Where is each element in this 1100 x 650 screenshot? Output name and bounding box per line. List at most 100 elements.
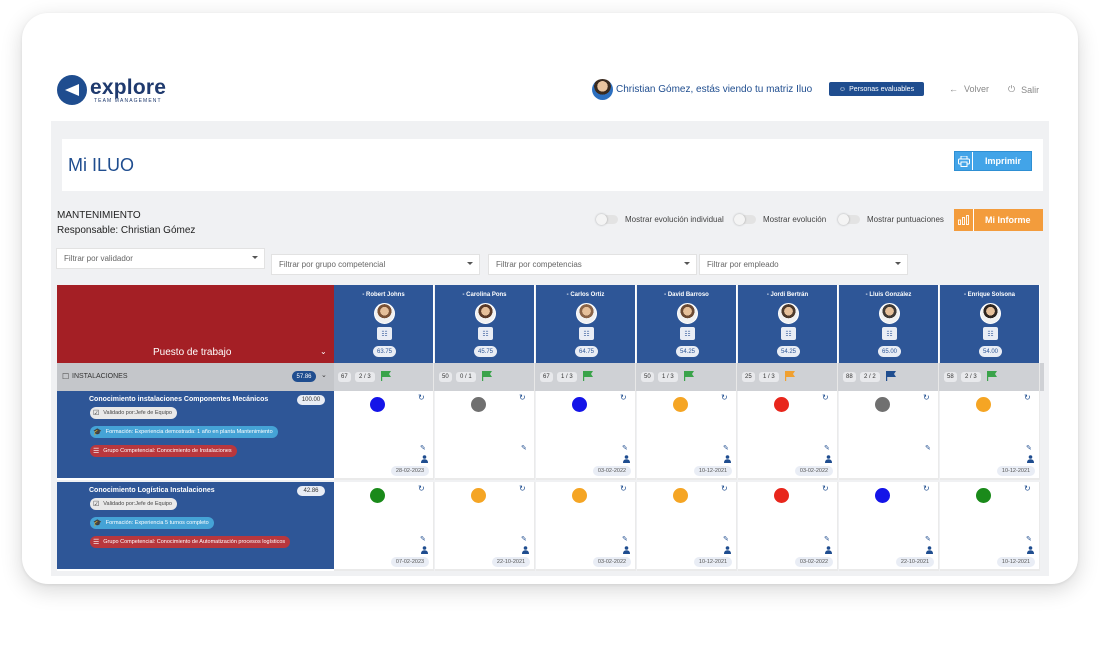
matrix-cell[interactable]: ↻ ✎ 22-10-2021	[435, 482, 535, 571]
refresh-icon[interactable]: ↻	[418, 393, 425, 402]
person-icon[interactable]	[926, 546, 933, 554]
level-indicator[interactable]	[774, 397, 789, 412]
level-indicator[interactable]	[976, 488, 991, 503]
edit-icon[interactable]: ✎	[723, 444, 729, 452]
person-icon[interactable]	[724, 455, 731, 463]
edit-icon[interactable]: ✎	[521, 535, 527, 543]
competency-row-header[interactable]: Conocimiento Logística Instalaciones 42.8…	[57, 482, 334, 571]
edit-icon[interactable]: ✎	[622, 535, 628, 543]
level-indicator[interactable]	[875, 488, 890, 503]
refresh-icon[interactable]: ↻	[620, 393, 627, 402]
print-button[interactable]: Imprimir	[954, 151, 1032, 171]
refresh-icon[interactable]: ↻	[721, 393, 728, 402]
competency-row-header[interactable]: Conocimiento instalaciones Componentes M…	[57, 391, 334, 480]
employee-column-header[interactable]: - Jordi Bertrán ☷ 54.25	[738, 285, 838, 363]
toggle-switch[interactable]	[596, 214, 618, 225]
refresh-icon[interactable]: ↻	[1024, 393, 1031, 402]
org-chart-icon[interactable]: ☷	[478, 327, 493, 340]
toggle-scores[interactable]: Mostrar puntuaciones	[838, 214, 944, 225]
level-indicator[interactable]	[572, 397, 587, 412]
edit-icon[interactable]: ✎	[723, 535, 729, 543]
refresh-icon[interactable]: ↻	[620, 484, 627, 493]
employee-column-header[interactable]: - David Barroso ☷ 54.25	[637, 285, 737, 363]
filter-employee[interactable]: Filtrar por empleado	[699, 254, 908, 275]
logo[interactable]: explore TEAM MANAGEMENT	[57, 75, 166, 105]
toggle-evolution[interactable]: Mostrar evolución	[734, 214, 826, 225]
level-indicator[interactable]	[774, 488, 789, 503]
employee-column-header[interactable]: - Lluis González ☷ 65.00	[839, 285, 939, 363]
refresh-icon[interactable]: ↻	[822, 393, 829, 402]
refresh-icon[interactable]: ↻	[418, 484, 425, 493]
refresh-icon[interactable]: ↻	[923, 484, 930, 493]
edit-icon[interactable]: ✎	[925, 535, 931, 543]
org-chart-icon[interactable]: ☷	[781, 327, 796, 340]
report-button[interactable]: Mi Informe	[954, 209, 1043, 231]
edit-icon[interactable]: ✎	[824, 444, 830, 452]
org-chart-icon[interactable]: ☷	[882, 327, 897, 340]
person-icon[interactable]	[421, 546, 428, 554]
edit-icon[interactable]: ✎	[622, 444, 628, 452]
filter-validator[interactable]: Filtrar por validador	[56, 248, 265, 269]
matrix-cell[interactable]: ↻ ✎ 10-12-2021	[940, 482, 1040, 571]
person-icon[interactable]	[825, 546, 832, 554]
refresh-icon[interactable]: ↻	[519, 484, 526, 493]
filter-competency-group[interactable]: Filtrar por grupo competencial	[271, 254, 480, 275]
person-icon[interactable]	[421, 455, 428, 463]
matrix-cell[interactable]: ↻ ✎ 03-02-2022	[536, 391, 636, 480]
matrix-cell[interactable]: ↻ ✎	[839, 391, 939, 480]
toggle-switch[interactable]	[734, 214, 756, 225]
chevron-down-icon[interactable]: ⌄	[320, 347, 327, 356]
level-indicator[interactable]	[875, 397, 890, 412]
chevron-down-icon[interactable]: ⌄	[321, 371, 327, 379]
level-indicator[interactable]	[370, 488, 385, 503]
level-indicator[interactable]	[572, 488, 587, 503]
person-icon[interactable]	[825, 455, 832, 463]
matrix-cell[interactable]: ↻ ✎ 28-02-2023	[334, 391, 434, 480]
back-link[interactable]: ← Volver	[949, 84, 989, 94]
matrix-cell[interactable]: ↻ ✎ 03-02-2022	[536, 482, 636, 571]
matrix-cell[interactable]: ↻ ✎ 22-10-2021	[839, 482, 939, 571]
group-header[interactable]: ☐ INSTALACIONES 57.86 ⌄	[57, 363, 334, 391]
toggle-switch[interactable]	[838, 214, 860, 225]
edit-icon[interactable]: ✎	[420, 535, 426, 543]
level-indicator[interactable]	[471, 397, 486, 412]
org-chart-icon[interactable]: ☷	[983, 327, 998, 340]
matrix-cell[interactable]: ↻ ✎ 10-12-2021	[637, 482, 737, 571]
refresh-icon[interactable]: ↻	[822, 484, 829, 493]
org-chart-icon[interactable]: ☷	[680, 327, 695, 340]
level-indicator[interactable]	[673, 488, 688, 503]
matrix-cell[interactable]: ↻ ✎ 07-02-2023	[334, 482, 434, 571]
edit-icon[interactable]: ✎	[824, 535, 830, 543]
matrix-cell[interactable]: ↻ ✎ 10-12-2021	[940, 391, 1040, 480]
person-icon[interactable]	[623, 455, 630, 463]
refresh-icon[interactable]: ↻	[923, 393, 930, 402]
level-indicator[interactable]	[976, 397, 991, 412]
org-chart-icon[interactable]: ☷	[377, 327, 392, 340]
filter-competencies[interactable]: Filtrar por competencias	[488, 254, 697, 275]
refresh-icon[interactable]: ↻	[1024, 484, 1031, 493]
persons-button[interactable]: ☺ Personas evaluables	[829, 82, 924, 96]
matrix-cell[interactable]: ↻ ✎ 03-02-2022	[738, 391, 838, 480]
exit-link[interactable]: ⏻ Salir	[1008, 84, 1039, 95]
person-icon[interactable]	[522, 546, 529, 554]
edit-icon[interactable]: ✎	[1026, 535, 1032, 543]
employee-column-header[interactable]: - Enrique Solsona ☷ 54.00	[940, 285, 1040, 363]
person-icon[interactable]	[623, 546, 630, 554]
org-chart-icon[interactable]: ☷	[579, 327, 594, 340]
edit-icon[interactable]: ✎	[1026, 444, 1032, 452]
edit-icon[interactable]: ✎	[925, 444, 931, 452]
edit-icon[interactable]: ✎	[420, 444, 426, 452]
refresh-icon[interactable]: ↻	[721, 484, 728, 493]
employee-column-header[interactable]: - Carolina Pons ☷ 45.75	[435, 285, 535, 363]
level-indicator[interactable]	[673, 397, 688, 412]
person-icon[interactable]	[1027, 455, 1034, 463]
edit-icon[interactable]: ✎	[521, 444, 527, 452]
toggle-individual-evolution[interactable]: Mostrar evolución individual	[596, 214, 724, 225]
person-icon[interactable]	[724, 546, 731, 554]
employee-column-header[interactable]: - Carlos Ortiz ☷ 64.75	[536, 285, 636, 363]
refresh-icon[interactable]: ↻	[519, 393, 526, 402]
matrix-cell[interactable]: ↻ ✎	[435, 391, 535, 480]
level-indicator[interactable]	[471, 488, 486, 503]
matrix-cell[interactable]: ↻ ✎ 03-02-2022	[738, 482, 838, 571]
employee-column-header[interactable]: - Robert Johns ☷ 63.75	[334, 285, 434, 363]
